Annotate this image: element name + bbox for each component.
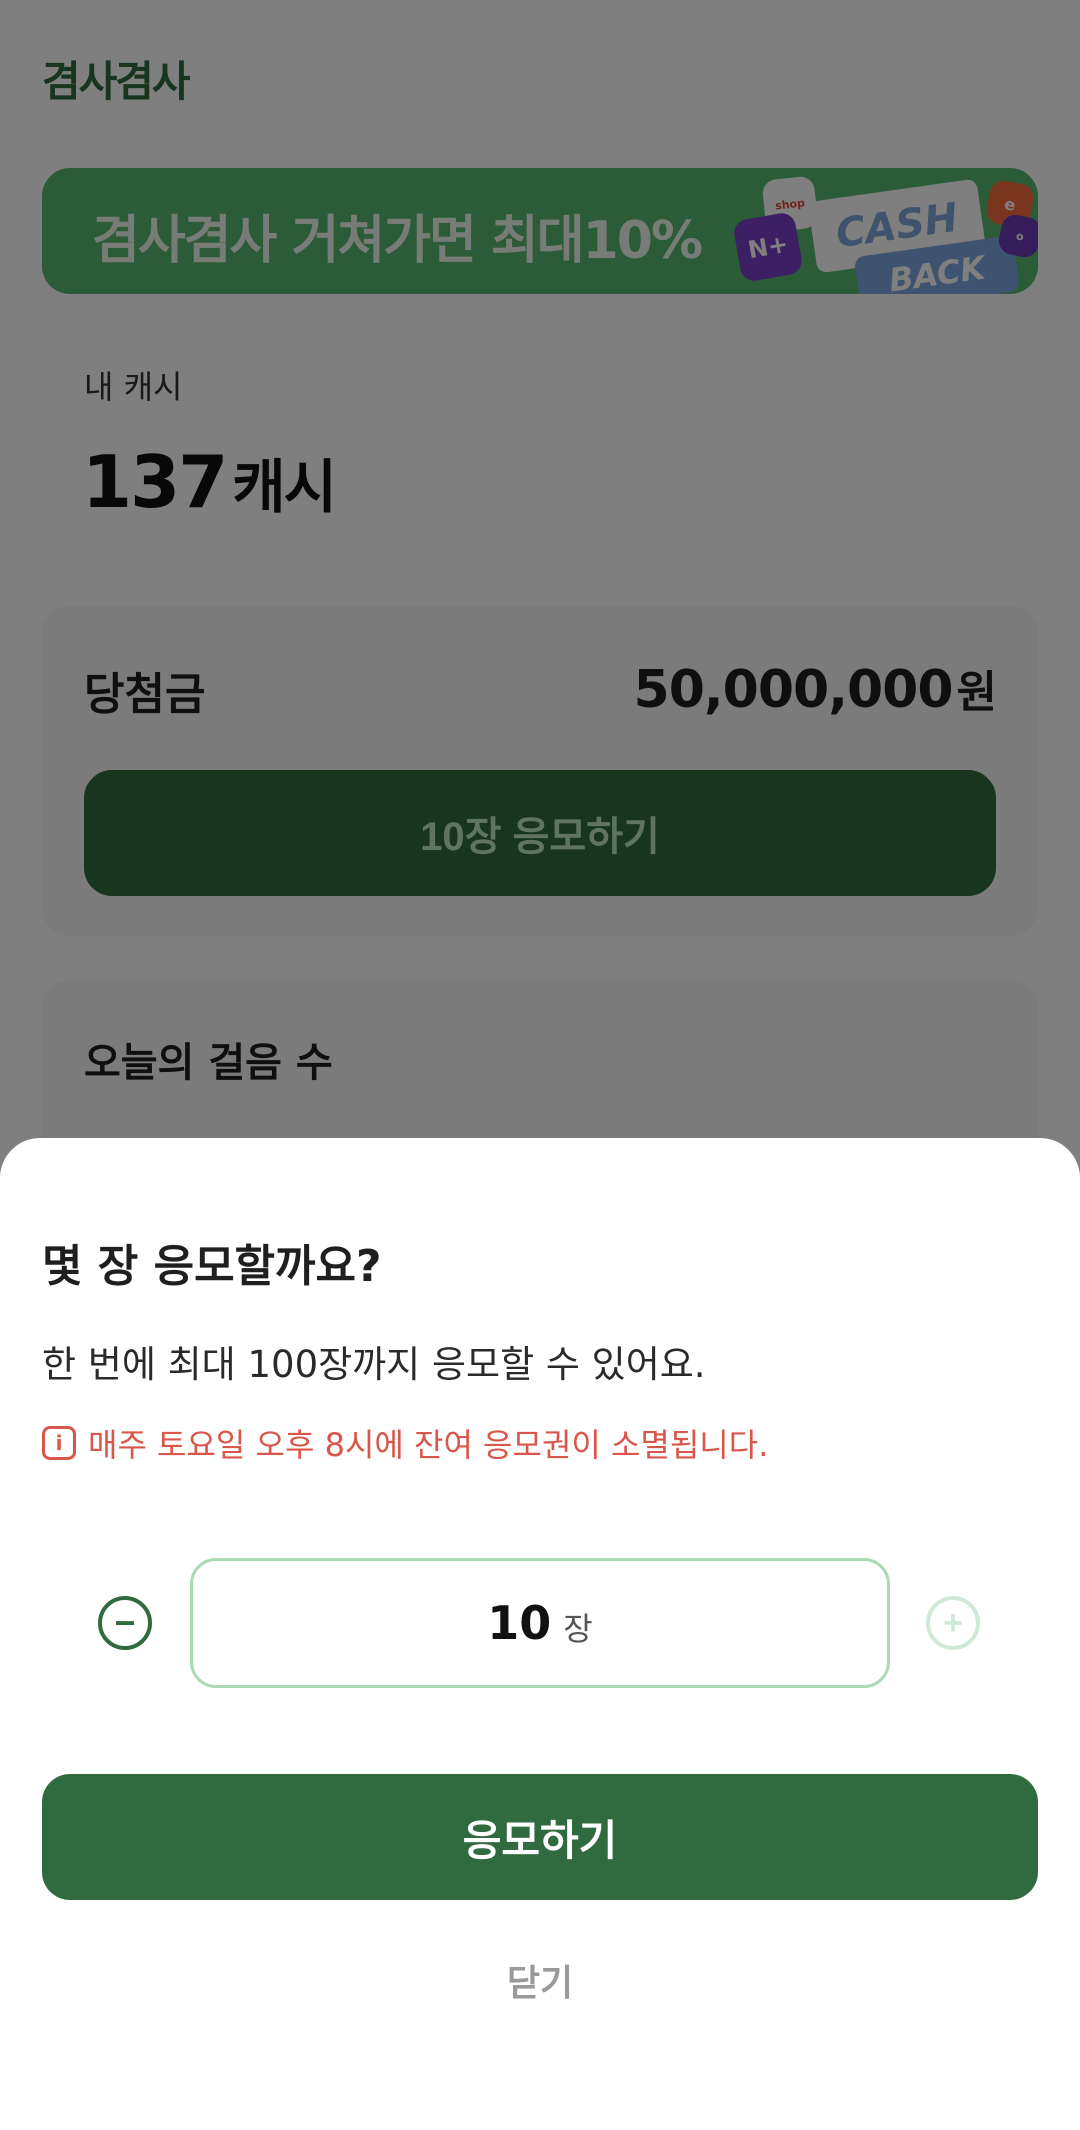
quantity-value: 10 <box>487 1596 552 1650</box>
decrease-button[interactable]: − <box>98 1596 152 1650</box>
minus-icon: − <box>114 1602 136 1643</box>
quantity-field[interactable]: 10 장 <box>190 1558 890 1688</box>
warning-notice: i 매주 토요일 오후 8시에 잔여 응모권이 소멸됩니다. <box>42 1420 768 1466</box>
info-icon: i <box>42 1426 76 1460</box>
apply-button[interactable]: 응모하기 <box>42 1774 1038 1900</box>
quantity-unit: 장 <box>563 1610 593 1648</box>
plus-icon: + <box>943 1603 963 1642</box>
close-button[interactable]: 닫기 <box>440 1950 640 2010</box>
increase-button[interactable]: + <box>926 1596 980 1650</box>
warning-text: 매주 토요일 오후 8시에 잔여 응모권이 소멸됩니다. <box>88 1426 769 1464</box>
sheet-description: 한 번에 최대 100장까지 응모할 수 있어요. <box>42 1343 706 1386</box>
apply-bottom-sheet: 몇 장 응모할까요? 한 번에 최대 100장까지 응모할 수 있어요. i 매… <box>0 1138 1080 2130</box>
sheet-title: 몇 장 응모할까요? <box>42 1241 382 1292</box>
